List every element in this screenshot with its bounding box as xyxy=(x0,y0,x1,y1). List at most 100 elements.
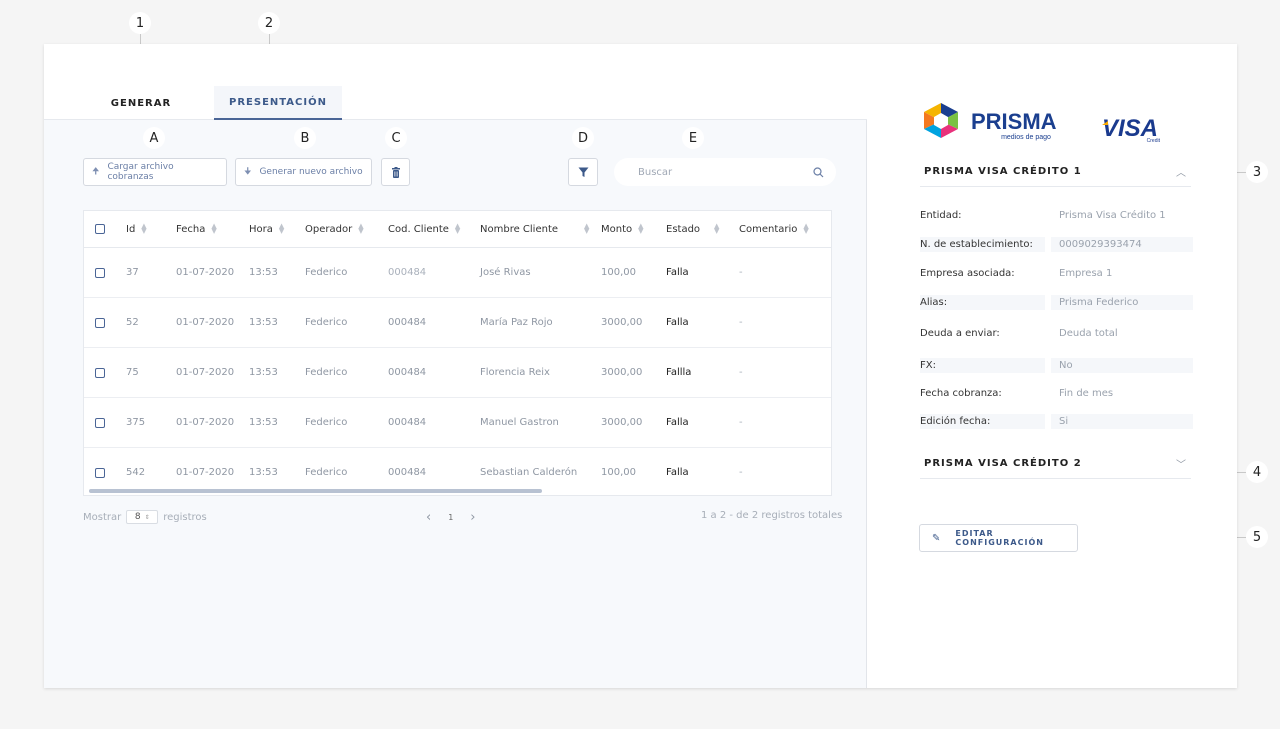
tab-generar[interactable]: GENERAR xyxy=(96,86,186,120)
cell-cod-cliente: 000484 xyxy=(388,367,427,378)
field-value: Prisma Visa Crédito 1 xyxy=(1059,210,1166,221)
field-label: Edición fecha: xyxy=(920,414,1045,429)
svg-text:Credit: Credit xyxy=(1147,138,1161,144)
callout-1: 1 xyxy=(129,12,151,34)
chevron-up-icon[interactable]: ︿ xyxy=(1176,164,1187,179)
horizontal-scrollbar[interactable] xyxy=(89,489,542,493)
cell-estado: Falla xyxy=(666,267,689,278)
sort-icon[interactable]: ▲ ▼ xyxy=(638,223,643,235)
page-number[interactable]: 1 xyxy=(448,513,453,522)
trash-icon xyxy=(391,166,400,178)
column-header-fecha[interactable]: Fecha ▲ ▼ xyxy=(176,211,217,247)
callout-5: 5 xyxy=(1246,526,1268,548)
column-header-id[interactable]: Id ▲ ▼ xyxy=(126,211,147,247)
row-checkbox[interactable] xyxy=(95,417,105,428)
row-checkbox[interactable] xyxy=(95,267,105,278)
cell-operador: Federico xyxy=(305,317,348,328)
cell-nombre-cliente: Manuel Gastron xyxy=(480,417,559,428)
table-row[interactable]: 52 01-07-2020 13:53 Federico 000484 Marí… xyxy=(84,298,831,348)
field-value: Empresa 1 xyxy=(1059,268,1113,279)
accordion-prisma-visa-1[interactable]: PRISMA VISA CRÉDITO 1 ︿ xyxy=(920,157,1191,187)
cell-nombre-cliente: José Rivas xyxy=(480,267,531,278)
page-size-select[interactable]: 8 ⇕ xyxy=(126,510,159,524)
accordion-prisma-visa-2[interactable]: PRISMA VISA CRÉDITO 2 ﹀ xyxy=(920,449,1191,479)
sort-icon[interactable]: ▲ ▼ xyxy=(714,223,719,235)
cell-cod-cliente: 000484 xyxy=(388,267,427,278)
chevron-down-icon[interactable]: ﹀ xyxy=(1176,456,1187,471)
cell-estado: Fallla xyxy=(666,367,692,378)
cell-comentario: - xyxy=(739,467,743,478)
cell-hora: 13:53 xyxy=(249,367,278,378)
upload-file-label: Cargar archivo cobranzas xyxy=(107,162,174,182)
column-header-nombre-cliente[interactable]: Nombre Cliente ▲ ▼ xyxy=(480,211,589,247)
edit-configuration-button[interactable]: ✎ EDITAR CONFIGURACIÓN xyxy=(919,524,1078,552)
cell-hora: 13:53 xyxy=(249,317,278,328)
column-header-estado[interactable]: Estado ▲ ▼ xyxy=(666,211,719,247)
config-panel: PRISMA medios de pago VISA Credit PRISMA… xyxy=(868,44,1237,688)
generate-file-button[interactable]: 🠋 Generar nuevo archivo xyxy=(235,158,372,186)
field-label: FX: xyxy=(920,358,1045,373)
section-title: PRISMA VISA CRÉDITO 2 xyxy=(924,458,1082,469)
sort-icon[interactable]: ▲ ▼ xyxy=(211,223,216,235)
cell-comentario: - xyxy=(739,417,743,428)
search-icon[interactable] xyxy=(813,166,824,178)
callout-d: D xyxy=(572,127,594,149)
table-row[interactable]: 37 01-07-2020 13:53 Federico 000484 José… xyxy=(84,248,831,298)
table-row[interactable]: 75 01-07-2020 13:53 Federico 000484 Flor… xyxy=(84,348,831,398)
prev-page-button[interactable]: ‹ xyxy=(426,510,431,525)
cell-cod-cliente: 000484 xyxy=(388,417,427,428)
search-input[interactable]: Buscar xyxy=(614,158,836,186)
field-label: Entidad: xyxy=(920,210,962,221)
section-title: PRISMA VISA CRÉDITO 1 xyxy=(924,166,1082,177)
cell-cod-cliente: 000484 xyxy=(388,317,427,328)
filter-icon xyxy=(578,167,588,177)
table-header: Id ▲ ▼ Fecha ▲ ▼ Hora ▲ ▼ Operador ▲ ▼ Cod. Clie… xyxy=(84,211,831,248)
sort-icon[interactable]: ▲ ▼ xyxy=(358,223,363,235)
sort-icon[interactable]: ▲ ▼ xyxy=(455,223,460,235)
sort-icon[interactable]: ▲ ▼ xyxy=(803,223,808,235)
show-label: Mostrar xyxy=(83,511,122,523)
sort-icon[interactable]: ▲ ▼ xyxy=(584,223,589,235)
cell-monto: 3000,00 xyxy=(601,417,643,428)
tabs-bar: GENERAR PRESENTACIÓN xyxy=(44,44,867,120)
tab-presentacion[interactable]: PRESENTACIÓN xyxy=(214,86,342,120)
callout-3: 3 xyxy=(1246,161,1268,183)
delete-button[interactable] xyxy=(381,158,410,186)
field-label: Alias: xyxy=(920,295,1045,310)
callout-c: C xyxy=(385,127,407,149)
column-header-operador[interactable]: Operador ▲ ▼ xyxy=(305,211,364,247)
table-row[interactable]: 375 01-07-2020 13:53 Federico 000484 Man… xyxy=(84,398,831,448)
sort-icon[interactable]: ▲ ▼ xyxy=(279,223,284,235)
field-label: N. de establecimiento: xyxy=(920,237,1045,252)
field-value: 0009029393474 xyxy=(1051,237,1193,252)
callout-e: E xyxy=(682,127,704,149)
svg-text:medios de pago: medios de pago xyxy=(1001,134,1051,141)
column-header-monto[interactable]: Monto ▲ ▼ xyxy=(601,211,644,247)
records-summary: 1 a 2 - de 2 registros totales xyxy=(701,510,843,521)
cell-id: 375 xyxy=(126,417,146,428)
sort-icon[interactable]: ▲ ▼ xyxy=(141,223,146,235)
column-header-comentario[interactable]: Comentario ▲ ▼ xyxy=(739,211,809,247)
field-value: Deuda total xyxy=(1059,328,1118,339)
cell-monto: 100,00 xyxy=(601,467,636,478)
select-all-checkbox[interactable] xyxy=(95,224,105,234)
next-page-button[interactable]: › xyxy=(470,510,475,525)
svg-text:PRISMA: PRISMA xyxy=(971,109,1057,134)
filter-button[interactable] xyxy=(568,158,598,186)
column-header-hora[interactable]: Hora ▲ ▼ xyxy=(249,211,284,247)
row-checkbox[interactable] xyxy=(95,317,105,328)
cell-fecha: 01-07-2020 xyxy=(176,367,235,378)
cell-estado: Falla xyxy=(666,317,689,328)
column-header-cod-cliente[interactable]: Cod. Cliente ▲ ▼ xyxy=(388,211,460,247)
main-card: GENERAR PRESENTACIÓN 🠉 Cargar archivo co… xyxy=(44,44,1237,688)
upload-file-button[interactable]: 🠉 Cargar archivo cobranzas xyxy=(83,158,227,186)
cell-nombre-cliente: Florencia Reix xyxy=(480,367,550,378)
cell-fecha: 01-07-2020 xyxy=(176,317,235,328)
records-table: Id ▲ ▼ Fecha ▲ ▼ Hora ▲ ▼ Operador ▲ ▼ Cod. Clie… xyxy=(83,210,832,496)
page-size-control: Mostrar 8 ⇕ registros xyxy=(83,510,207,524)
cell-hora: 13:53 xyxy=(249,267,278,278)
row-checkbox[interactable] xyxy=(95,467,105,478)
upload-arrow-icon: 🠉 xyxy=(92,167,100,177)
row-checkbox[interactable] xyxy=(95,367,105,378)
prisma-logo: PRISMA medios de pago xyxy=(922,101,1072,145)
